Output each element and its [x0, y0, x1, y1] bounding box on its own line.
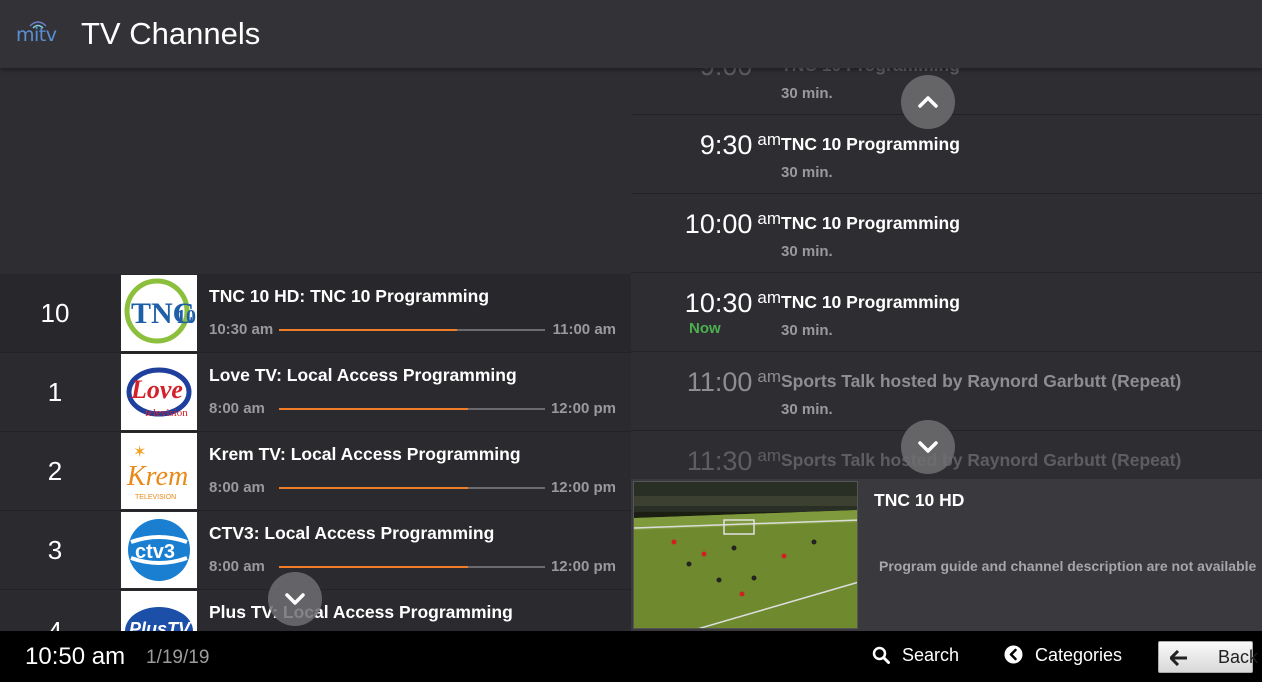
arrow-left-circle-icon — [1004, 645, 1023, 664]
channel-program-title: Krem TV: Local Access Programming — [209, 444, 521, 464]
program-start-time: 10:30 am — [209, 321, 274, 338]
preview-description: Program guide and channel description ar… — [879, 558, 1257, 574]
page-title: TV Channels — [81, 16, 261, 51]
schedule-duration: 30 min. — [781, 322, 833, 339]
program-start-time: 8:00 am — [209, 479, 265, 496]
schedule-time: 9:30 am — [699, 130, 781, 160]
svg-text:Love: Love — [130, 375, 183, 404]
search-button[interactable]: Search — [872, 645, 959, 669]
program-end-time: 12:00 pm — [550, 558, 616, 575]
channel-number: 3 — [47, 535, 63, 565]
logo-text: mitv — [16, 24, 57, 46]
schedule-row[interactable]: 11:00 am Sports Talk hosted by Raynord Ga… — [631, 353, 1262, 431]
tv-channels-screen: mitv TV Channels 10 TNC 10 TNC 10 HD: TN… — [0, 0, 1262, 682]
schedule-scroll-down-button[interactable] — [901, 420, 955, 474]
love-tv-logo-icon: Love television — [121, 354, 197, 430]
program-start-time: 8:00 am — [209, 558, 265, 575]
plus-tv-logo-icon: PlusTV — [121, 591, 197, 631]
tnc10-channel-logo: TNC 10 — [121, 275, 197, 351]
schedule-program-title: TNC 10 Programming — [781, 292, 960, 312]
search-icon — [872, 646, 890, 664]
now-indicator: Now — [689, 320, 721, 337]
current-time: 10:50 am — [25, 643, 126, 670]
channel-row[interactable]: 10 TNC 10 TNC 10 HD: TNC 10 Programming … — [0, 274, 631, 353]
schedule-duration: 30 min. — [781, 164, 833, 181]
channel-row[interactable]: 2 ✶ Krem TELEVISION Krem TV: Local Acces… — [0, 432, 631, 511]
schedule-scroll-up-button[interactable] — [901, 75, 955, 129]
channel-list-scroll-down-button[interactable] — [268, 572, 322, 626]
chevron-down-icon — [285, 593, 305, 605]
channel-program-title: TNC 10 HD: TNC 10 Programming — [209, 286, 490, 306]
ctv3-logo-icon: ctv3 — [121, 512, 197, 588]
schedule-row[interactable]: 10:00 am TNC 10 Programming 30 min. — [631, 195, 1262, 273]
program-progress-fill — [279, 566, 468, 568]
schedule-program-title: TNC 10 Programming — [781, 134, 960, 154]
current-date: 1/19/19 — [146, 647, 210, 668]
schedule-program-title: Sports Talk hosted by Raynord Garbutt (R… — [781, 371, 1182, 391]
program-end-time: 11:00 am — [552, 321, 616, 338]
soccer-field-thumbnail-icon — [634, 482, 857, 628]
channel-number: 4 — [47, 616, 63, 631]
schedule-time: 11:30 am — [686, 446, 781, 476]
ctv3-channel-logo: ctv3 — [121, 512, 197, 588]
schedule-program-title: TNC 10 Programming — [781, 213, 960, 233]
channel-number: 2 — [47, 456, 63, 486]
love-tv-channel-logo: Love television — [121, 354, 197, 430]
schedule-duration: 30 min. — [781, 401, 833, 418]
svg-text:Krem: Krem — [126, 461, 188, 492]
schedule-time: 11:00 am — [686, 367, 781, 397]
channel-number: 1 — [47, 377, 63, 407]
arrow-left-icon — [1170, 650, 1187, 666]
schedule-program-title: Sports Talk hosted by Raynord Garbutt (R… — [781, 450, 1182, 470]
program-progress-fill — [279, 329, 458, 331]
back-button[interactable]: Back — [1158, 641, 1258, 673]
channel-program-title: Love TV: Local Access Programming — [209, 365, 517, 385]
chevron-up-icon — [918, 96, 938, 108]
tnc10-logo-icon: TNC 10 — [121, 275, 197, 351]
schedule-row-current[interactable]: 10:30 am Now TNC 10 Programming 30 min. — [631, 274, 1262, 352]
channel-row[interactable]: 1 Love television Love TV: Local Access … — [0, 353, 631, 432]
channel-list: 10 TNC 10 TNC 10 HD: TNC 10 Programming … — [0, 68, 631, 631]
program-schedule: 9:00am TNC 10 Programming 30 min. 9:30am… — [631, 0, 1262, 479]
chevron-down-icon — [918, 441, 938, 453]
mitv-logo: mitv — [16, 18, 60, 48]
schedule-time: 10:30 am — [684, 288, 781, 318]
schedule-duration: 30 min. — [781, 243, 833, 260]
program-start-time: 8:00 am — [209, 400, 265, 417]
program-progress-bar — [279, 566, 545, 568]
svg-text:television: television — [145, 407, 188, 419]
channel-program-title: CTV3: Local Access Programming — [209, 523, 495, 543]
program-progress-bar — [279, 408, 545, 410]
categories-button[interactable]: Categories — [1004, 645, 1122, 669]
program-end-time: 12:00 pm — [550, 400, 616, 417]
program-progress-bar — [279, 487, 545, 489]
program-progress-fill — [279, 408, 468, 410]
schedule-time: 10:00 am — [684, 209, 781, 239]
program-end-time: 12:00 pm — [550, 479, 616, 496]
krem-tv-channel-logo: ✶ Krem TELEVISION — [121, 433, 197, 509]
channel-program-title: Plus TV: Local Access Programming — [209, 602, 513, 622]
preview-channel-name: TNC 10 HD — [874, 490, 965, 510]
channel-number: 10 — [40, 298, 70, 328]
program-progress-bar — [279, 329, 545, 331]
back-label: Back — [1218, 647, 1259, 667]
svg-text:10: 10 — [176, 306, 196, 328]
plus-tv-channel-logo: PlusTV — [121, 591, 197, 631]
krem-tv-logo-icon: ✶ Krem TELEVISION — [121, 433, 197, 509]
channel-preview-panel: TNC 10 HD Program guide and channel desc… — [631, 479, 1262, 631]
svg-text:ctv3: ctv3 — [135, 541, 175, 563]
video-preview[interactable] — [633, 481, 858, 629]
header-bar: mitv TV Channels — [0, 0, 1262, 68]
svg-text:PlusTV: PlusTV — [129, 619, 192, 631]
schedule-row[interactable]: 9:30 am TNC 10 Programming 30 min. — [631, 116, 1262, 194]
channel-row[interactable]: 3 ctv3 CTV3: Local Access Programming 8:… — [0, 511, 631, 590]
schedule-duration: 30 min. — [781, 85, 833, 102]
program-progress-fill — [279, 487, 468, 489]
svg-text:✶: ✶ — [133, 444, 146, 461]
bottom-bar: 10:50 am 1/19/19 Search Categories Back — [0, 631, 1262, 682]
svg-text:TELEVISION: TELEVISION — [135, 494, 176, 501]
